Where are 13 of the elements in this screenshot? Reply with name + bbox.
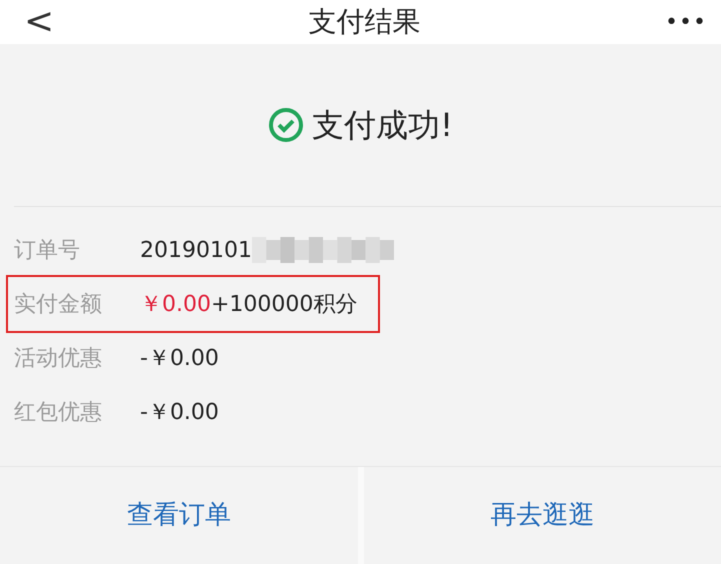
page-title: 支付结果	[308, 8, 421, 36]
field-label: 实付金额	[14, 290, 103, 318]
field-value: -￥0.00	[140, 344, 219, 372]
field-label: 活动优惠	[14, 344, 103, 372]
more-button[interactable]: •••	[651, 6, 721, 38]
payment-success-text: 支付成功!	[312, 105, 453, 146]
price-value: ￥0.00	[140, 290, 211, 318]
field-value: +100000积分	[210, 290, 358, 318]
back-button[interactable]: <	[0, 4, 78, 40]
field-value: 20190101	[140, 236, 252, 264]
field-value: -￥0.00	[140, 398, 219, 426]
field-label: 订单号	[14, 236, 81, 264]
field-label: 红包优惠	[14, 398, 103, 426]
